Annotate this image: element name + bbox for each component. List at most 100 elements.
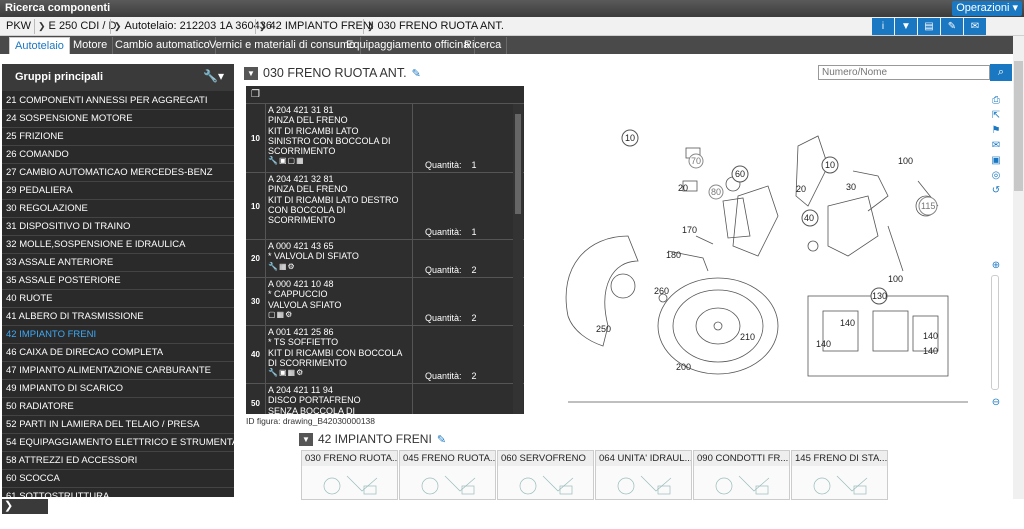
part-line: KIT DI RICAMBI LATO DESTRO bbox=[268, 194, 399, 205]
save-icon[interactable]: ▣ bbox=[989, 154, 1003, 168]
sidebar-item[interactable]: 31 DISPOSITIVO DI TRAINO bbox=[2, 218, 234, 236]
tab-autotelaio[interactable]: Autotelaio bbox=[9, 37, 70, 54]
group-thumbnail[interactable]: 060 SERVOFRENO bbox=[497, 450, 594, 500]
filter-icon[interactable]: ▼ bbox=[895, 18, 917, 35]
part-line: SINISTRO CON BOCCOLA DI bbox=[268, 135, 391, 146]
zoom-out-icon[interactable]: ⊖ bbox=[989, 396, 1003, 410]
exploded-drawing[interactable]: 10 70 80 60 20 170 180 260 250 200 210 1… bbox=[528, 86, 986, 414]
sidebar-item[interactable]: 35 ASSALE POSTERIORE bbox=[2, 272, 234, 290]
part-line: CON BOCCOLA DI bbox=[268, 204, 346, 215]
parts-scrollbar[interactable] bbox=[513, 104, 523, 414]
sidebar-item[interactable]: 30 REGOLAZIONE bbox=[2, 200, 234, 218]
collapse-icon[interactable]: ▼ bbox=[244, 66, 258, 80]
sidebar-item[interactable]: 42 IMPIANTO FRENI bbox=[2, 326, 234, 344]
sidebar-item[interactable]: 27 CAMBIO AUTOMATICAO MERCEDES-BENZ bbox=[2, 164, 234, 182]
group-thumbnail[interactable]: 090 CONDOTTI FR... bbox=[693, 450, 790, 500]
sidebar-item[interactable]: 50 RADIATORE bbox=[2, 398, 234, 416]
callout-label: 60 bbox=[735, 169, 745, 179]
group-thumbnail[interactable]: 064 UNITA' IDRAUL... bbox=[595, 450, 692, 500]
chevron-right-icon: ❯ bbox=[367, 21, 375, 31]
breadcrumb-item[interactable]: ❯ 42 IMPIANTO FRENI bbox=[259, 20, 374, 32]
tab-equipaggiamento[interactable]: Equipaggiamento officina bbox=[341, 37, 476, 54]
collapse-icon[interactable]: ▼ bbox=[299, 432, 313, 446]
scroll-thumb[interactable] bbox=[515, 114, 521, 214]
tab-cambio-automatico[interactable]: Cambio automatico bbox=[110, 37, 216, 54]
part-row[interactable]: 30 A 000 421 10 48 * CAPPUCCIO VALVOLA SFIA… bbox=[246, 278, 524, 326]
reset-icon[interactable]: ↺ bbox=[989, 184, 1003, 198]
tab-vernici[interactable]: Vernici e materiali di consumo bbox=[204, 37, 362, 54]
search-button[interactable]: ⌕ bbox=[990, 64, 1012, 81]
sidebar-item[interactable]: 25 FRIZIONE bbox=[2, 128, 234, 146]
part-action-icons[interactable]: 🔧▦⚙ bbox=[268, 262, 410, 272]
sidebar-item[interactable]: 49 IMPIANTO DI SCARICO bbox=[2, 380, 234, 398]
edit-icon[interactable]: ✎ bbox=[941, 18, 963, 35]
sidebar-item[interactable]: 47 IMPIANTO ALIMENTAZIONE CARBURANTE bbox=[2, 362, 234, 380]
export-icon[interactable]: ⇱ bbox=[989, 109, 1003, 123]
part-description: A 204 421 11 94 DISCO PORTAFRENO SENZA BOC… bbox=[268, 385, 410, 414]
sidebar-item[interactable]: 60 SCOCCA bbox=[2, 470, 234, 488]
wrench-icon[interactable]: 🔧▾ bbox=[203, 69, 224, 83]
sidebar-item[interactable]: 32 MOLLE,SOSPENSIONE E IDRAULICA bbox=[2, 236, 234, 254]
sidebar-item[interactable]: 58 ATTREZZI ED ACCESSORI bbox=[2, 452, 234, 470]
group-thumbnail[interactable]: 145 FRENO DI STA... bbox=[791, 450, 888, 500]
copy-icon[interactable]: ❐ bbox=[251, 89, 260, 100]
search-input[interactable] bbox=[818, 65, 990, 80]
callout-label: 40 bbox=[804, 213, 814, 223]
sidebar-header: Gruppi principali 🔧▾ bbox=[2, 64, 234, 91]
sidebar-item[interactable]: 33 ASSALE ANTERIORE bbox=[2, 254, 234, 272]
part-action-icons[interactable]: ▢▦⚙ bbox=[268, 310, 410, 320]
sidebar-item[interactable]: 61 SOTTOSTRUTTURA bbox=[2, 488, 234, 497]
print-icon[interactable]: ⎙ bbox=[989, 94, 1003, 108]
sidebar-item[interactable]: 40 RUOTE bbox=[2, 290, 234, 308]
tab-motore[interactable]: Motore bbox=[68, 37, 114, 54]
edit-icon[interactable]: ✎ bbox=[412, 67, 421, 80]
part-line: SCORRIMENTO bbox=[268, 146, 336, 157]
quantity-value: 2 bbox=[471, 313, 477, 323]
quantity-label: Quantità: bbox=[425, 371, 462, 381]
comment-icon[interactable]: ✉ bbox=[989, 139, 1003, 153]
group-thumbnail[interactable]: 045 FRENO RUOTA... bbox=[399, 450, 496, 500]
document-icon[interactable]: ▤ bbox=[918, 18, 940, 35]
part-row[interactable]: 10 A 204 421 31 81 PINZA DEL FRENO KIT DI R… bbox=[246, 104, 524, 173]
edit-icon[interactable]: ✎ bbox=[437, 433, 446, 446]
part-row[interactable]: 10 A 204 421 32 81 PINZA DEL FRENO KIT DI R… bbox=[246, 173, 524, 240]
group-thumbnail[interactable]: 030 FRENO RUOTA... bbox=[301, 450, 398, 500]
part-line: KIT DI RICAMBI LATO bbox=[268, 125, 359, 136]
page-scrollbar[interactable] bbox=[1013, 36, 1024, 499]
info-icon[interactable]: i bbox=[872, 18, 894, 35]
breadcrumb-item[interactable]: ❯ E 250 CDI / D bbox=[38, 20, 116, 32]
part-row[interactable]: 50 A 204 421 11 94 DISCO PORTAFRENO SENZA B… bbox=[246, 384, 524, 414]
sidebar-item[interactable]: 54 EQUIPAGGIAMENTO ELETTRICO E STRUMENTA… bbox=[2, 434, 234, 452]
part-description: A 204 421 31 81 PINZA DEL FRENO KIT DI RIC… bbox=[268, 105, 410, 167]
thumbnail-preview bbox=[715, 475, 770, 495]
sidebar-item[interactable]: 46 CAIXA DE DIRECAO COMPLETA bbox=[2, 344, 234, 362]
mail-icon[interactable]: ✉ bbox=[964, 18, 986, 35]
breadcrumb-item[interactable]: ❯ Autotelaio: 212203 1A 360436 bbox=[114, 20, 272, 32]
sidebar-item[interactable]: 21 COMPONENTI ANNESSI PER AGGREGATI bbox=[2, 92, 234, 110]
sidebar-item[interactable]: 29 PEDALIERA bbox=[2, 182, 234, 200]
zoom-slider[interactable] bbox=[991, 275, 999, 390]
breadcrumb-item[interactable]: PKW bbox=[6, 20, 31, 32]
part-row[interactable]: 20 A 000 421 43 65 * VALVOLA DI SFIATO 🔧▦⚙ Q… bbox=[246, 240, 524, 278]
parts-rows: 10 A 204 421 31 81 PINZA DEL FRENO KIT DI R… bbox=[246, 104, 524, 414]
flag-icon[interactable]: ⚑ bbox=[989, 124, 1003, 138]
part-row[interactable]: 40 A 001 421 25 86 * TS SOFFIETTO KIT DI RI… bbox=[246, 326, 524, 384]
tab-ricerca[interactable]: Ricerca bbox=[459, 37, 508, 54]
sidebar-item[interactable]: 52 PARTI IN LAMIERA DEL TELAIO / PRESA bbox=[2, 416, 234, 434]
breadcrumb-label: PKW bbox=[6, 20, 32, 32]
zoom-in-icon[interactable]: ⊕ bbox=[989, 259, 1003, 273]
sidebar-item[interactable]: 26 COMANDO bbox=[2, 146, 234, 164]
scroll-thumb[interactable] bbox=[1014, 61, 1023, 191]
part-action-icons[interactable]: 🔧▣▦⚙ bbox=[268, 368, 410, 378]
target-icon[interactable]: ◎ bbox=[989, 169, 1003, 183]
operations-button[interactable]: Operazioni ▾ bbox=[952, 1, 1022, 16]
part-action-icons[interactable]: 🔧▣▢▦ bbox=[268, 156, 410, 166]
sidebar-item[interactable]: 41 ALBERO DI TRASMISSIONE bbox=[2, 308, 234, 326]
part-position: 30 bbox=[246, 278, 266, 325]
breadcrumb-item[interactable]: ❯ 030 FRENO RUOTA ANT. bbox=[367, 20, 504, 32]
breadcrumb-label: E 250 CDI / D bbox=[48, 20, 117, 32]
figure-id: ID figura: drawing_B42030000138 bbox=[246, 416, 376, 426]
back-button[interactable]: ❯ Indietro bbox=[2, 499, 48, 527]
sidebar-item[interactable]: 24 SOSPENSIONE MOTORE bbox=[2, 110, 234, 128]
callout-label: 180 bbox=[666, 250, 681, 260]
